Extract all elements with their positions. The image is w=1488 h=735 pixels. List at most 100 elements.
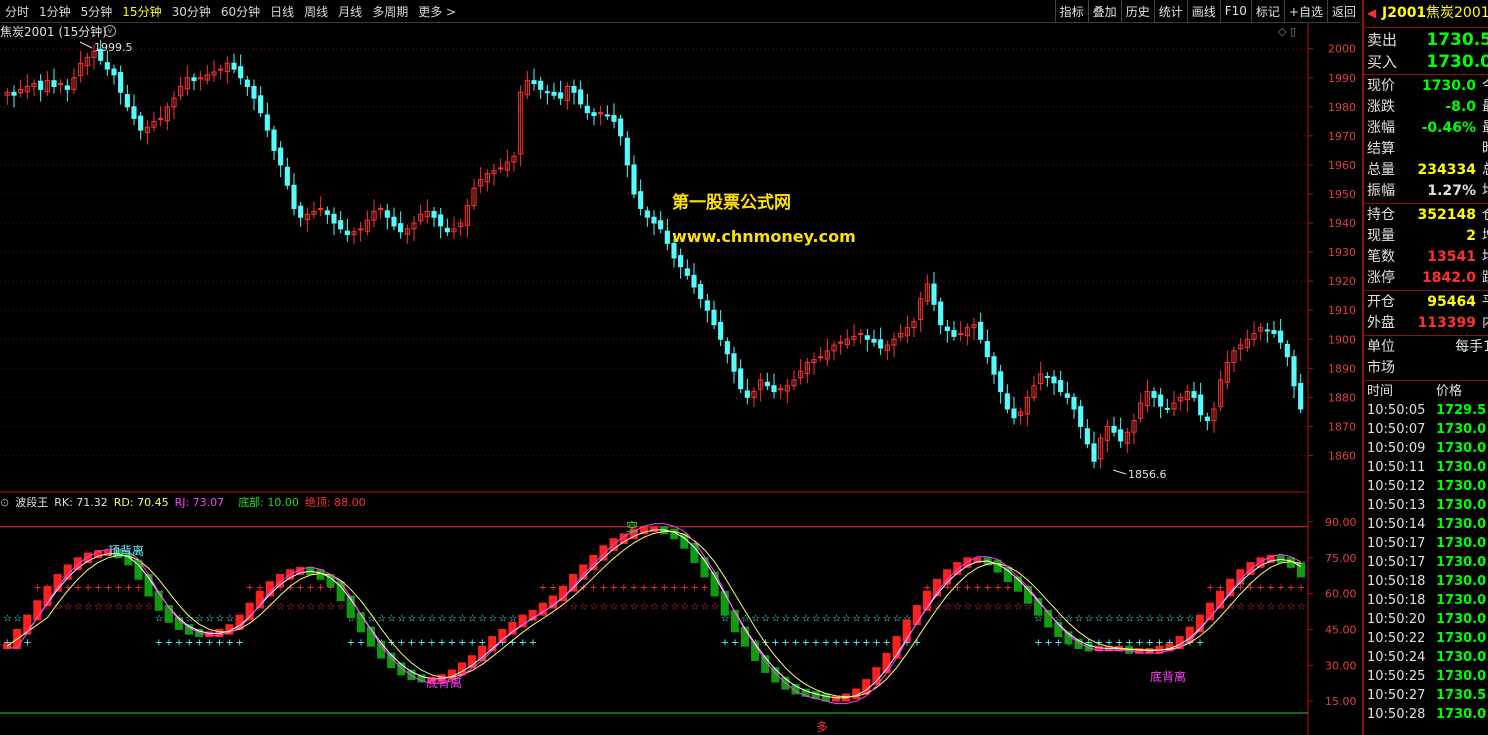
candle-body	[138, 115, 144, 131]
high-zone-star: ☆	[296, 602, 305, 613]
low-zone-marker: +	[1044, 637, 1052, 648]
quote2-value: 352148	[1417, 207, 1476, 223]
candle-body	[571, 85, 577, 93]
osc-bar	[1023, 585, 1033, 604]
candle-body	[704, 300, 710, 311]
low-zone-star: ☆	[458, 614, 467, 625]
candle-body	[724, 341, 730, 355]
high-zone-star: ☆	[124, 602, 133, 613]
quote1-value: -8.0	[1445, 99, 1476, 115]
candle-body	[264, 114, 270, 131]
low-zone-marker: +	[519, 637, 527, 648]
high-zone-star: ☆	[690, 602, 699, 613]
quote-title: ◀ J2001 焦炭2001	[1364, 0, 1488, 26]
candle-body	[818, 356, 824, 359]
high-zone-star: ☆	[327, 602, 336, 613]
high-zone-star: ☆	[306, 602, 315, 613]
candle-body	[1151, 391, 1157, 398]
arrow-left-icon[interactable]: ◀	[1367, 0, 1376, 26]
sell-row: 卖出 1730.5	[1364, 29, 1488, 51]
quote-name: 焦炭2001	[1426, 5, 1488, 21]
low-zone-marker: +	[397, 637, 405, 648]
tick-row[interactable]: 10:50:14 1730.0	[1364, 515, 1488, 534]
high-zone-star: ☆	[104, 602, 113, 613]
low-zone-star: ☆	[1135, 614, 1144, 625]
quote2-label: 现量	[1367, 228, 1395, 244]
tick-price: 1729.5	[1436, 403, 1487, 418]
tick-price: 1730.0	[1436, 422, 1487, 437]
candle-body	[658, 220, 664, 230]
tick-row[interactable]: 10:50:17 1730.0	[1364, 534, 1488, 553]
low-zone-star: ☆	[842, 614, 851, 625]
tick-row[interactable]: 10:50:28 1730.0	[1364, 705, 1488, 724]
candle-body	[11, 91, 17, 96]
tick-time: 10:50:18	[1367, 574, 1426, 589]
indicator-name[interactable]: 波段王	[15, 494, 48, 510]
watermark-url: www.chnmoney.com	[672, 227, 856, 246]
high-zone-star: ☆	[711, 602, 720, 613]
tick-list[interactable]: 10:50:05 1729.5 10:50:07 1730.0 10:50:09 1730…	[1364, 401, 1488, 724]
high-zone-star: ☆	[1297, 602, 1306, 613]
candle-body	[1004, 393, 1010, 410]
tick-row[interactable]: 10:50:11 1730.0	[1364, 458, 1488, 477]
indicator-header: ⊙ 波段王 RK: 71.32 RD: 70.45 RJ: 73.07 底部: …	[0, 494, 372, 510]
low-zone-marker: +	[832, 637, 840, 648]
tick-row[interactable]: 10:50:18 1730.0	[1364, 591, 1488, 610]
candle-body	[624, 137, 630, 166]
candle-body	[1011, 408, 1017, 419]
low-zone-marker: +	[731, 637, 739, 648]
tick-row[interactable]: 10:50:07 1730.0	[1364, 420, 1488, 439]
low-zone-star: ☆	[1145, 614, 1154, 625]
candle-body	[578, 89, 584, 105]
tick-row[interactable]: 10:50:22 1730.0	[1364, 629, 1488, 648]
tick-row[interactable]: 10:50:05 1729.5	[1364, 401, 1488, 420]
low-zone-star: ☆	[832, 614, 841, 625]
price-tick-label: 1980	[1328, 101, 1356, 114]
high-zone-marker: +	[610, 582, 618, 593]
rj-value: RJ: 73.07	[174, 495, 225, 509]
candle-body	[931, 283, 937, 305]
candle-body	[991, 356, 997, 375]
tick-price: 1730.0	[1436, 517, 1487, 532]
low-zone-marker: +	[771, 637, 779, 648]
tick-time: 10:50:11	[1367, 460, 1426, 475]
tick-time: 10:50:18	[1367, 593, 1426, 608]
quote2-suffix: 增	[1482, 226, 1488, 247]
tick-time: 10:50:12	[1367, 479, 1426, 494]
candle-body	[258, 95, 264, 114]
candle-body	[978, 321, 984, 340]
candle-body	[58, 83, 64, 86]
quote1-row-3: 结算 昨	[1364, 139, 1488, 160]
quote1-value: 1.27%	[1427, 183, 1476, 199]
candle-body	[438, 214, 444, 227]
tick-row[interactable]: 10:50:20 1730.0	[1364, 610, 1488, 629]
low-zone-marker: +	[205, 637, 213, 648]
tick-price: 1730.0	[1436, 650, 1487, 665]
tick-row[interactable]: 10:50:09 1730.0	[1364, 439, 1488, 458]
candle-body	[944, 326, 950, 332]
high-zone-marker: +	[316, 582, 324, 593]
candle-body	[444, 227, 450, 233]
high-zone-star: ☆	[1287, 602, 1296, 613]
tick-row[interactable]: 10:50:25 1730.0	[1364, 667, 1488, 686]
low-zone-marker: +	[792, 637, 800, 648]
candle-body	[678, 255, 684, 268]
high-zone-star: ☆	[569, 602, 578, 613]
tick-row[interactable]: 10:50:27 1730.5	[1364, 686, 1488, 705]
bottom-divergence-label: 底背离	[426, 675, 462, 690]
kline-chart[interactable]: 2000 1990 1980 1970 1960 1950 1940 1930 1920 1910…	[0, 0, 1362, 735]
tick-row[interactable]: 10:50:24 1730.0	[1364, 648, 1488, 667]
tick-row[interactable]: 10:50:12 1730.0	[1364, 477, 1488, 496]
tick-row[interactable]: 10:50:13 1730.0	[1364, 496, 1488, 515]
high-zone-marker: +	[963, 582, 971, 593]
high-zone-star: ☆	[1277, 602, 1286, 613]
chevron-down-icon[interactable]: ⊙	[0, 496, 9, 509]
price-tick-label: 2000	[1328, 43, 1356, 56]
tick-row[interactable]: 10:50:17 1730.0	[1364, 553, 1488, 572]
candle-body	[238, 66, 244, 79]
tick-row[interactable]: 10:50:18 1730.0	[1364, 572, 1488, 591]
high-zone-marker: +	[306, 582, 314, 593]
tick-price: 1730.0	[1436, 498, 1487, 513]
tick-time: 10:50:24	[1367, 650, 1426, 665]
low-zone-marker: +	[195, 637, 203, 648]
